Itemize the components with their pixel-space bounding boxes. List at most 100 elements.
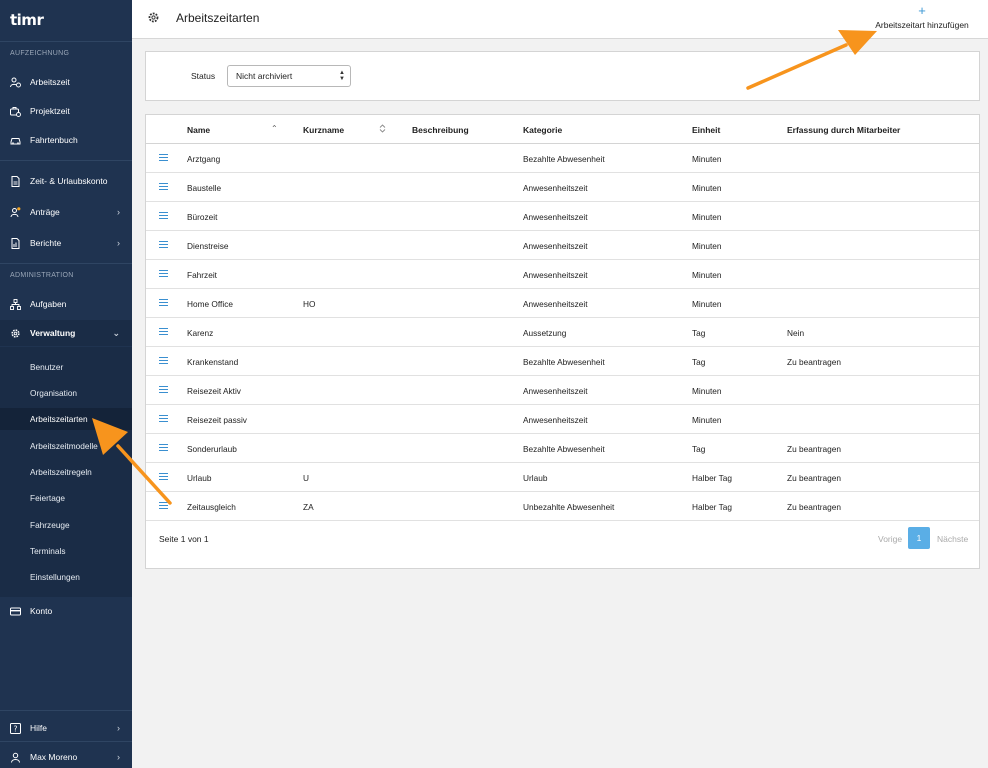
add-button-label: Arbeitszeitart hinzufügen: [875, 20, 969, 30]
pagination-previous[interactable]: Vorige: [878, 534, 902, 544]
column-header-name[interactable]: Name: [187, 125, 210, 135]
status-label: Status: [191, 71, 216, 81]
drag-handle-icon[interactable]: [159, 241, 168, 249]
drag-handle-icon[interactable]: [159, 357, 168, 365]
cell-kategorie: Unbezahlte Abwesenheit: [523, 502, 615, 512]
sidebar-item-konto[interactable]: Konto: [0, 598, 132, 624]
cell-name: Krankenstand: [187, 357, 239, 367]
add-arbeitszeitart-button[interactable]: + Arbeitszeitart hinzufügen: [872, 4, 972, 30]
drag-handle-icon[interactable]: [159, 212, 168, 220]
credit-card-icon: [10, 606, 21, 617]
table-row[interactable]: Karenz Aussetzung Tag Nein: [146, 318, 979, 347]
sidebar-item-label: Verwaltung: [30, 328, 76, 338]
cell-name: Zeitausgleich: [187, 502, 236, 512]
cell-erfassung: Nein: [787, 328, 805, 338]
drag-handle-icon[interactable]: [159, 299, 168, 307]
table-header: Name ⌃ Kurzname Beschreibung Kategorie E…: [146, 115, 979, 144]
cell-name: Karenz: [187, 328, 214, 338]
cell-kategorie: Anwesenheitszeit: [523, 270, 588, 280]
cell-kurzname: HO: [303, 299, 316, 309]
chevron-right-icon: ›: [117, 752, 120, 762]
app-logo[interactable]: timr: [10, 10, 44, 30]
user-icon: [10, 752, 21, 763]
subnav-item-terminals[interactable]: Terminals: [0, 540, 132, 562]
sidebar-item-berichte[interactable]: Berichte ›: [0, 230, 132, 256]
sidebar-item-fahrtenbuch[interactable]: Fahrtenbuch: [0, 127, 132, 153]
subnav-item-arbeitszeitregeln[interactable]: Arbeitszeitregeln: [0, 461, 132, 483]
pagination-next[interactable]: Nächste: [937, 534, 968, 544]
sidebar-item-hilfe[interactable]: ? Hilfe ›: [0, 715, 132, 741]
status-select-value: Nicht archiviert: [236, 71, 293, 81]
subnav-item-einstellungen[interactable]: Einstellungen: [0, 566, 132, 588]
sidebar-item-label: Hilfe: [30, 723, 48, 733]
drag-handle-icon[interactable]: [159, 183, 168, 191]
table-row[interactable]: Baustelle Anwesenheitszeit Minuten: [146, 173, 979, 202]
table-row[interactable]: Reisezeit Aktiv Anwesenheitszeit Minuten: [146, 376, 979, 405]
drag-handle-icon[interactable]: [159, 386, 168, 394]
subnav-item-arbeitszeitmodelle[interactable]: Arbeitszeitmodelle: [0, 435, 132, 457]
column-header-erfassung[interactable]: Erfassung durch Mitarbeiter: [787, 125, 900, 135]
column-header-beschreibung[interactable]: Beschreibung: [412, 125, 469, 135]
user-request-icon: [10, 206, 21, 218]
column-header-einheit[interactable]: Einheit: [692, 125, 720, 135]
sidebar-item-zeitkonto[interactable]: Zeit- & Urlaubskonto: [0, 168, 132, 194]
table-row[interactable]: Reisezeit passiv Anwesenheitszeit Minuten: [146, 405, 979, 434]
table-row[interactable]: Arztgang Bezahlte Abwesenheit Minuten: [146, 144, 979, 173]
car-icon: [10, 135, 21, 146]
drag-handle-icon[interactable]: [159, 328, 168, 336]
drag-handle-icon[interactable]: [159, 415, 168, 423]
cell-kategorie: Anwesenheitszeit: [523, 183, 588, 193]
column-header-kurzname[interactable]: Kurzname: [303, 125, 344, 135]
drag-handle-icon[interactable]: [159, 444, 168, 452]
sidebar: timr AUFZEICHNUNG Arbeitszeit Projektzei…: [0, 0, 132, 768]
sidebar-item-label: Anträge: [30, 207, 60, 217]
select-arrows-icon: ▲ ▼: [339, 70, 345, 82]
sidebar-item-antraege[interactable]: Anträge ›: [0, 199, 132, 225]
table-row[interactable]: Dienstreise Anwesenheitszeit Minuten: [146, 231, 979, 260]
sidebar-item-aufgaben[interactable]: Aufgaben: [0, 291, 132, 317]
sidebar-item-projektzeit[interactable]: Projektzeit: [0, 98, 132, 124]
subnav-item-fahrzeuge[interactable]: Fahrzeuge: [0, 514, 132, 536]
page-title: Arbeitszeitarten: [176, 11, 260, 25]
cell-name: Fahrzeit: [187, 270, 217, 280]
topbar: Arbeitszeitarten + Arbeitszeitart hinzuf…: [132, 0, 988, 39]
sidebar-item-verwaltung[interactable]: Verwaltung ⌄: [0, 320, 132, 346]
drag-handle-icon[interactable]: [159, 502, 168, 510]
cell-einheit: Minuten: [692, 270, 722, 280]
cell-erfassung: Zu beantragen: [787, 502, 841, 512]
sidebar-item-label: Zeit- & Urlaubskonto: [30, 176, 108, 186]
cell-erfassung: Zu beantragen: [787, 473, 841, 483]
table-row[interactable]: Zeitausgleich ZA Unbezahlte Abwesenheit Hal…: [146, 492, 979, 521]
cell-name: Bürozeit: [187, 212, 218, 222]
gear-icon: [147, 11, 160, 24]
table-row[interactable]: Home Office HO Anwesenheitszeit Minuten: [146, 289, 979, 318]
report-icon: [10, 237, 21, 249]
table-card: Name ⌃ Kurzname Beschreibung Kategorie E…: [145, 114, 980, 569]
status-select[interactable]: Nicht archiviert ▲ ▼: [227, 65, 351, 87]
drag-handle-icon[interactable]: [159, 154, 168, 162]
cell-einheit: Tag: [692, 357, 706, 367]
sidebar-divider: [0, 741, 132, 742]
drag-handle-icon[interactable]: [159, 270, 168, 278]
subnav-item-organisation[interactable]: Organisation: [0, 382, 132, 404]
subnav-item-feiertage[interactable]: Feiertage: [0, 487, 132, 509]
sidebar-item-label: Fahrtenbuch: [30, 135, 78, 145]
drag-handle-icon[interactable]: [159, 473, 168, 481]
table-row[interactable]: Sonderurlaub Bezahlte Abwesenheit Tag Zu be…: [146, 434, 979, 463]
sidebar-item-arbeitszeit[interactable]: Arbeitszeit: [0, 69, 132, 95]
table-row[interactable]: Urlaub U Urlaub Halber Tag Zu beantragen: [146, 463, 979, 492]
sort-ascending-icon[interactable]: ⌃: [271, 124, 278, 133]
table-row[interactable]: Fahrzeit Anwesenheitszeit Minuten: [146, 260, 979, 289]
table-row[interactable]: Krankenstand Bezahlte Abwesenheit Tag Zu be…: [146, 347, 979, 376]
cell-kategorie: Anwesenheitszeit: [523, 415, 588, 425]
sort-neutral-icon[interactable]: [379, 124, 386, 135]
column-header-kategorie[interactable]: Kategorie: [523, 125, 562, 135]
cell-kategorie: Anwesenheitszeit: [523, 241, 588, 251]
chevron-right-icon: ›: [117, 207, 120, 217]
subnav-item-benutzer[interactable]: Benutzer: [0, 356, 132, 378]
pagination-page-1[interactable]: 1: [908, 527, 930, 549]
table-row[interactable]: Bürozeit Anwesenheitszeit Minuten: [146, 202, 979, 231]
briefcase-clock-icon: [10, 106, 21, 117]
sidebar-item-user[interactable]: Max Moreno ›: [0, 744, 132, 768]
subnav-item-arbeitszeitarten[interactable]: Arbeitszeitarten: [0, 408, 132, 430]
